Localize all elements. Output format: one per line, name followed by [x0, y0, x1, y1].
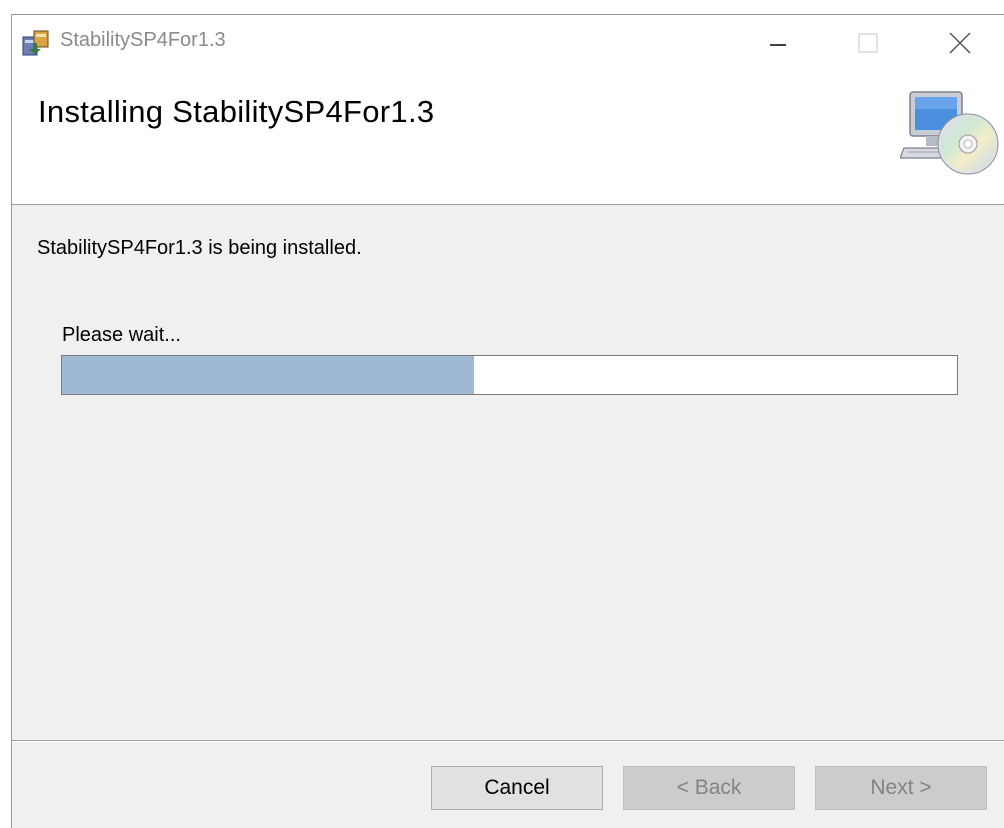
cancel-button[interactable]: Cancel: [431, 766, 603, 810]
install-progress-bar: [61, 355, 958, 395]
minimize-button[interactable]: [733, 15, 823, 70]
close-icon: [949, 31, 971, 54]
window-title: StabilitySP4For1.3: [60, 29, 226, 51]
installer-header: Installing StabilitySP4For1.3: [12, 70, 1004, 205]
installer-app-icon: [22, 30, 49, 56]
close-button[interactable]: [915, 15, 1004, 70]
next-button: Next >: [815, 766, 987, 810]
title-bar[interactable]: StabilitySP4For1.3: [12, 15, 1004, 70]
page-title: Installing StabilitySP4For1.3: [38, 94, 435, 129]
footer-divider: [12, 740, 1004, 742]
installer-window: StabilitySP4For1.3 Installing StabilityS…: [11, 14, 1004, 828]
maximize-button: [823, 15, 913, 70]
back-button: < Back: [623, 766, 795, 810]
minimize-icon: [770, 43, 786, 46]
maximize-icon: [858, 32, 878, 53]
computer-cd-icon: [900, 91, 999, 175]
please-wait-label: Please wait...: [62, 324, 181, 346]
install-status-text: StabilitySP4For1.3 is being installed.: [37, 237, 362, 259]
progress-bar-fill: [62, 356, 474, 394]
